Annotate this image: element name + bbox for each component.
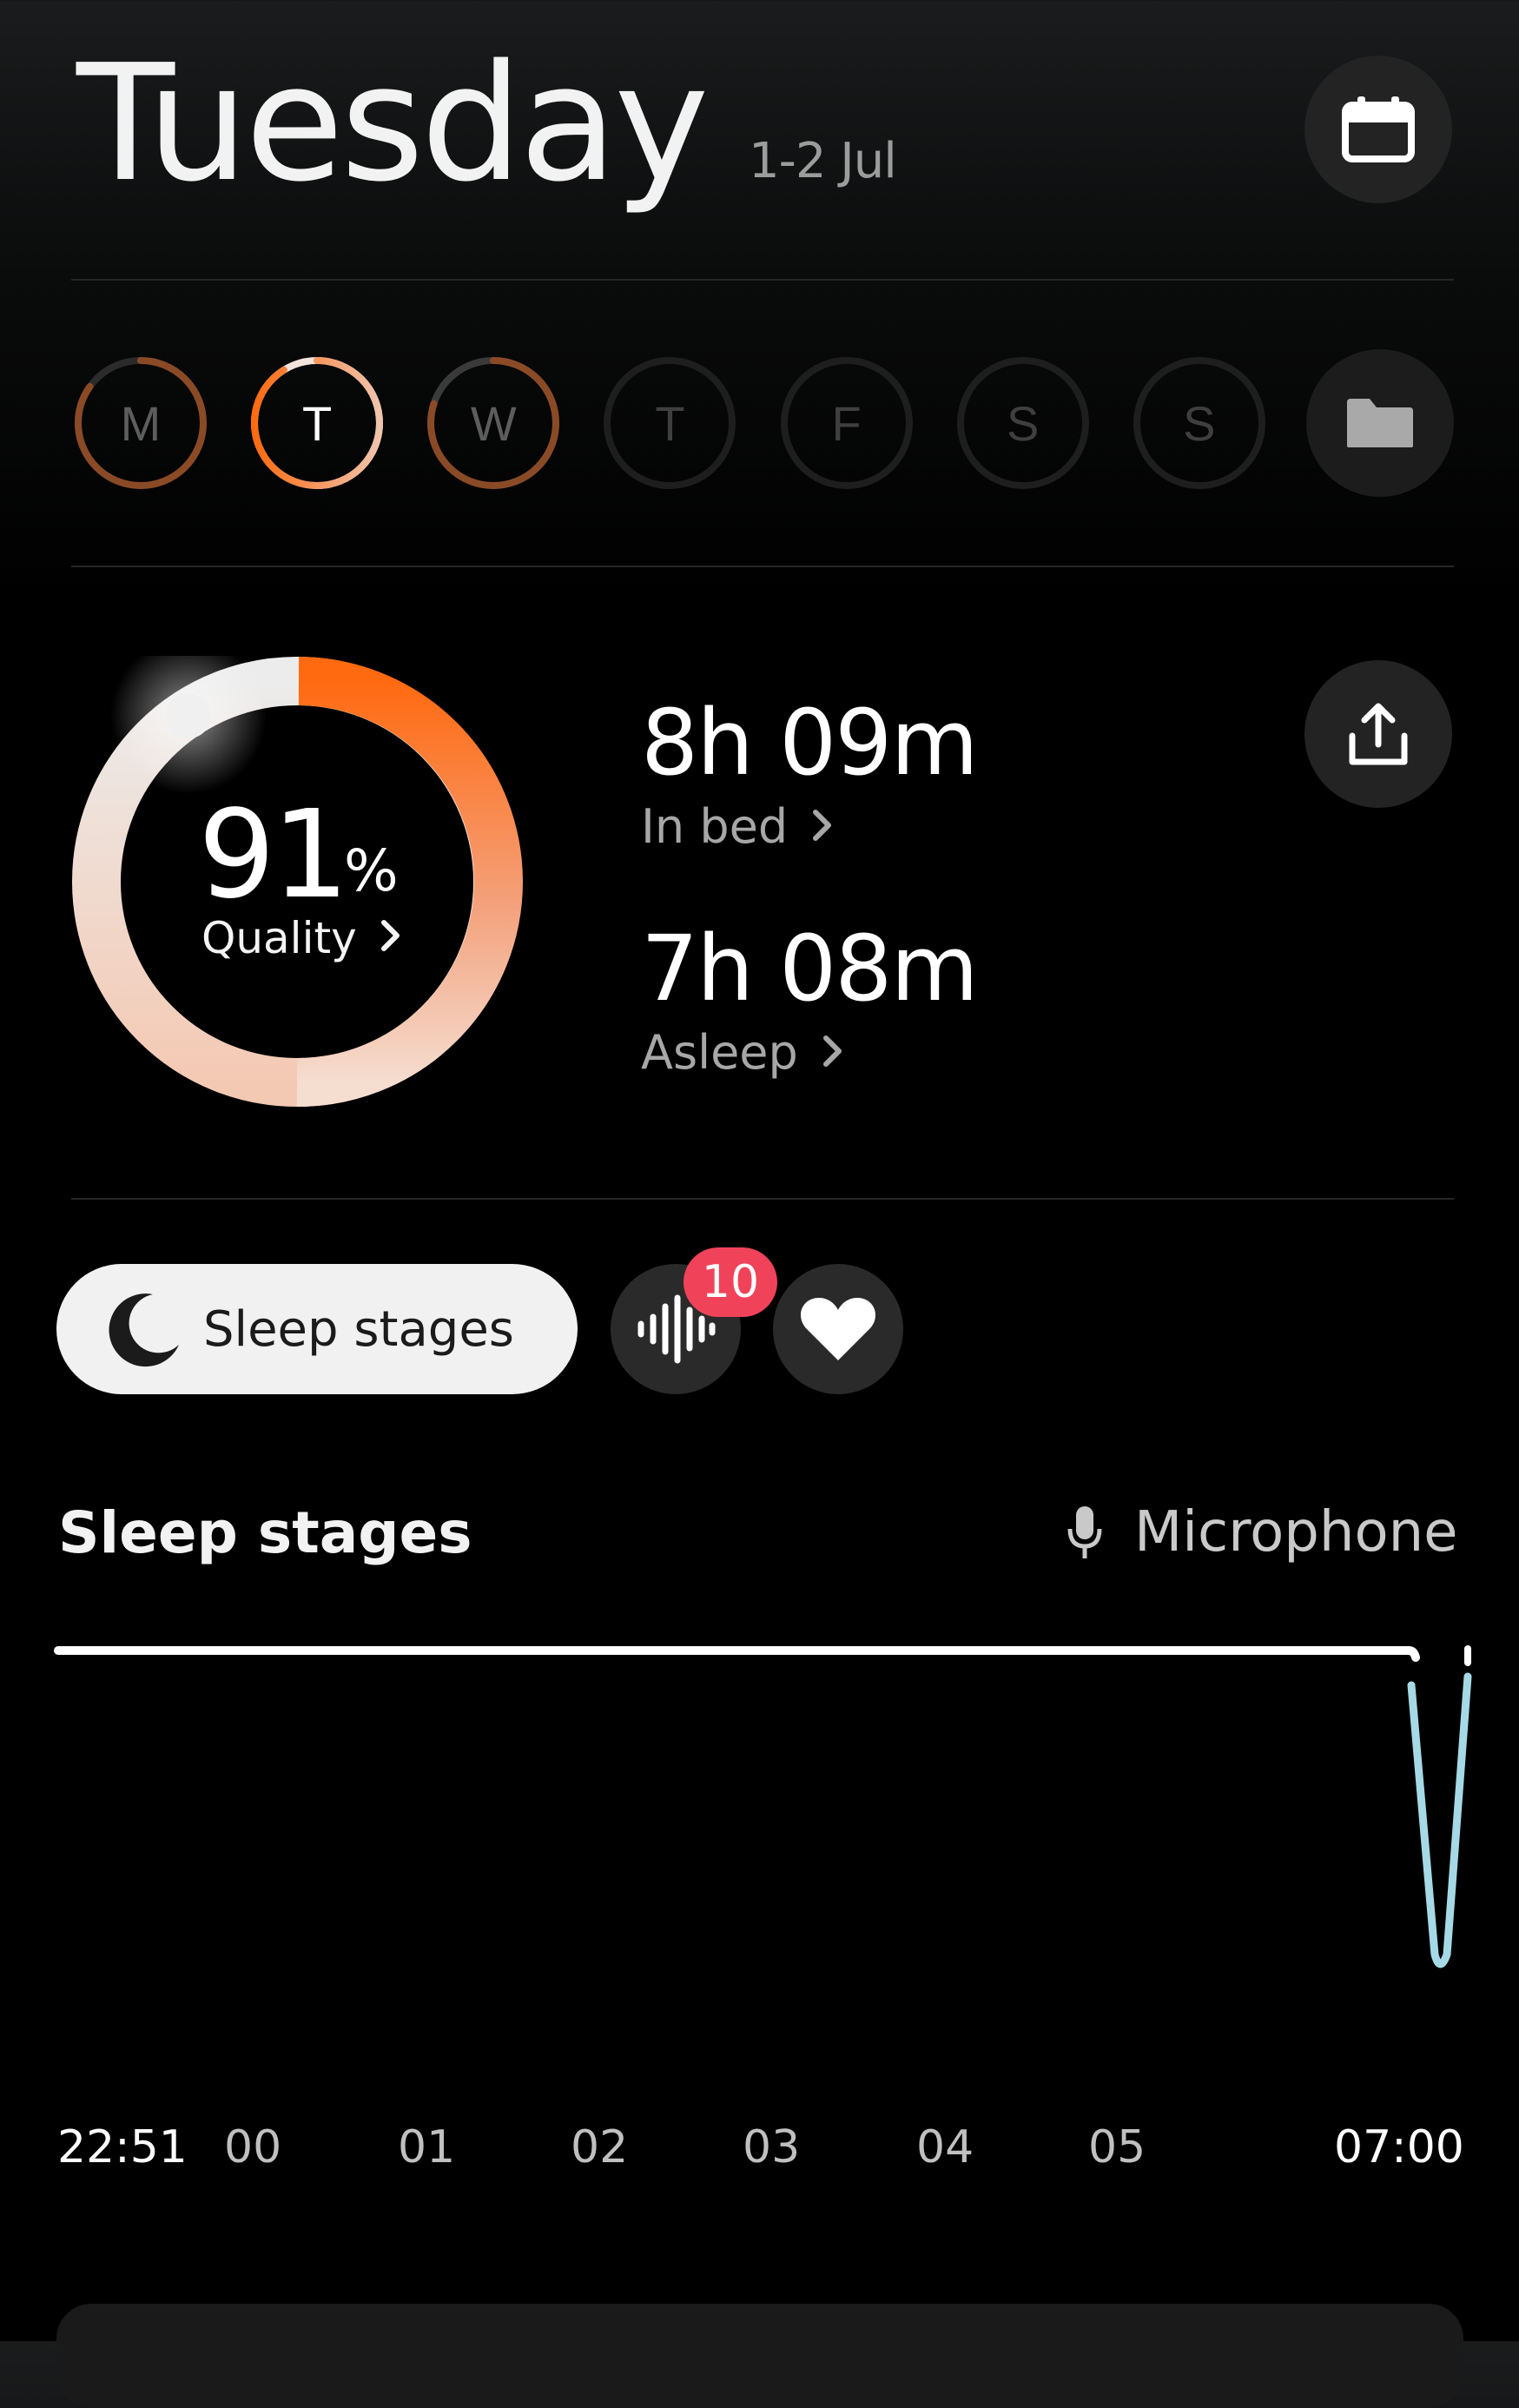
chevron-right-icon (380, 920, 400, 951)
day-monday[interactable]: M (71, 354, 210, 493)
day-tuesday[interactable]: T (248, 354, 386, 493)
share-icon (1349, 703, 1408, 765)
axis-label: 05 (1088, 2121, 1146, 2173)
share-button[interactable] (1304, 660, 1452, 808)
stage-line-awake (54, 1646, 1420, 1662)
folder-icon (1346, 399, 1413, 447)
day-letter: M (120, 395, 162, 451)
heart-rate-tab[interactable] (773, 1264, 903, 1394)
asleep-link[interactable]: Asleep (641, 1029, 844, 1076)
day-letter: W (470, 395, 517, 451)
next-card[interactable] (56, 2304, 1463, 2408)
day-thursday[interactable]: T (600, 354, 739, 493)
week-selector: M T W T F S S (71, 349, 1454, 497)
axis-label: 04 (916, 2121, 974, 2173)
axis-label-end: 07:00 (1334, 2121, 1464, 2173)
quality-value: 91 (198, 784, 349, 926)
source-label: Microphone (1134, 1500, 1458, 1565)
axis-label: 00 (224, 2121, 282, 2173)
axis-label: 01 (398, 2121, 456, 2173)
day-wednesday[interactable]: W (424, 354, 563, 493)
heart-icon (800, 1298, 876, 1360)
asleep-value: 7h 08m (641, 916, 979, 1022)
asleep-label: Asleep (641, 1025, 798, 1080)
in-bed-label: In bed (641, 799, 789, 854)
quality-unit: % (344, 837, 399, 904)
axis-label-start: 22:51 (57, 2121, 188, 2173)
stage-dip (1407, 1672, 1472, 1968)
axis-label: 02 (571, 2121, 629, 2173)
day-saturday[interactable]: S (954, 354, 1093, 493)
sleep-stages-tab[interactable]: Sleep stages (56, 1264, 578, 1394)
folder-button[interactable] (1305, 349, 1454, 497)
sleep-stages-chart (54, 1645, 1472, 1968)
chevron-right-icon (822, 1035, 842, 1067)
day-letter: S (1007, 395, 1040, 451)
page-title: Tuesday (76, 30, 710, 217)
quality-label: Quality (201, 913, 357, 963)
day-letter: F (831, 395, 862, 451)
day-sunday[interactable]: S (1130, 354, 1269, 493)
section-title: Sleep stages (58, 1499, 472, 1566)
summary-divider (71, 1198, 1454, 1200)
sounds-count-badge: 10 (684, 1247, 777, 1317)
quality-link[interactable]: Quality (201, 916, 402, 960)
calendar-icon (1342, 96, 1415, 162)
header-divider (71, 279, 1454, 281)
day-letter: T (655, 395, 685, 451)
moon-icon (109, 1293, 179, 1367)
week-divider (71, 566, 1454, 567)
chevron-right-icon (813, 810, 832, 841)
microphone-icon (1067, 1506, 1102, 1558)
date-range: 1-2 Jul (749, 133, 897, 189)
calendar-button[interactable] (1304, 56, 1452, 203)
sleep-stages-tab-label: Sleep stages (203, 1300, 514, 1358)
day-friday[interactable]: F (777, 354, 916, 493)
axis-label: 03 (743, 2121, 801, 2173)
in-bed-value: 8h 09m (641, 690, 979, 796)
day-letter: T (302, 395, 333, 451)
in-bed-link[interactable]: In bed (641, 804, 834, 850)
day-letter: S (1183, 395, 1216, 451)
